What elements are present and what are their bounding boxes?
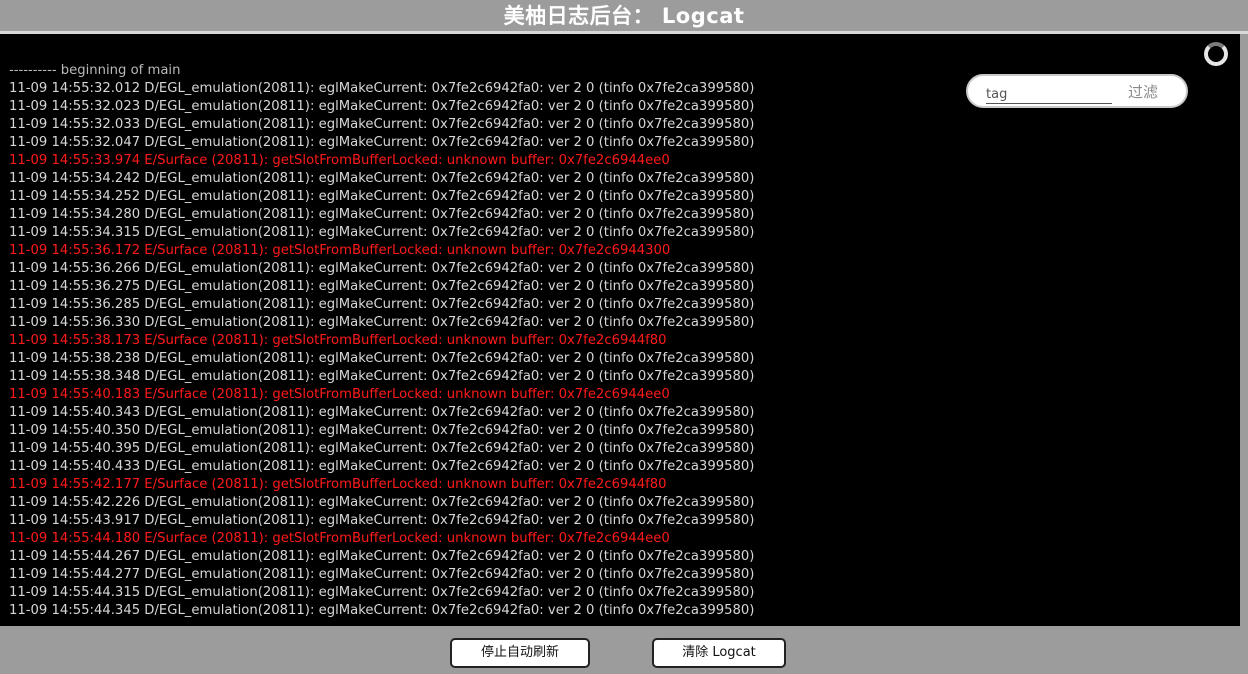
log-line: 11-09 14:55:44.267 D/EGL_emulation(20811… bbox=[9, 549, 755, 564]
logcat-console[interactable]: ---------- beginning of main 11-09 14:55… bbox=[0, 34, 1240, 626]
clear-logcat-button[interactable]: 清除 Logcat bbox=[652, 638, 786, 668]
log-line: 11-09 14:55:34.280 D/EGL_emulation(20811… bbox=[9, 207, 755, 222]
log-line: 11-09 14:55:40.350 D/EGL_emulation(20811… bbox=[9, 423, 755, 438]
log-line: 11-09 14:55:40.183 E/Surface (20811): ge… bbox=[9, 387, 670, 402]
log-line: 11-09 14:55:40.395 D/EGL_emulation(20811… bbox=[9, 441, 755, 456]
log-line: 11-09 14:55:38.348 D/EGL_emulation(20811… bbox=[9, 369, 755, 384]
log-line: 11-09 14:55:36.266 D/EGL_emulation(20811… bbox=[9, 261, 755, 276]
log-line: 11-09 14:55:40.433 D/EGL_emulation(20811… bbox=[9, 459, 755, 474]
loading-spinner-icon bbox=[1204, 42, 1228, 66]
log-line: 11-09 14:55:42.226 D/EGL_emulation(20811… bbox=[9, 495, 755, 510]
tag-input[interactable] bbox=[986, 85, 1112, 104]
log-line: 11-09 14:55:44.277 D/EGL_emulation(20811… bbox=[9, 567, 755, 582]
log-line: 11-09 14:55:32.033 D/EGL_emulation(20811… bbox=[9, 117, 755, 132]
log-line: 11-09 14:55:36.172 E/Surface (20811): ge… bbox=[9, 243, 671, 258]
log-line: 11-09 14:55:43.917 D/EGL_emulation(20811… bbox=[9, 513, 755, 528]
log-list: ---------- beginning of main 11-09 14:55… bbox=[9, 62, 754, 620]
header-bar: 美柚日志后台： Logcat bbox=[0, 0, 1248, 32]
page-title: 美柚日志后台： Logcat bbox=[503, 4, 745, 28]
log-line: 11-09 14:55:36.285 D/EGL_emulation(20811… bbox=[9, 297, 755, 312]
log-line: 11-09 14:55:34.252 D/EGL_emulation(20811… bbox=[9, 189, 755, 204]
log-line: 11-09 14:55:40.343 D/EGL_emulation(20811… bbox=[9, 405, 755, 420]
log-line: 11-09 14:55:44.180 E/Surface (20811): ge… bbox=[9, 531, 670, 546]
filter-button[interactable]: 过滤 bbox=[1128, 82, 1158, 102]
bottom-toolbar: 停止自动刷新 清除 Logcat bbox=[0, 626, 1248, 674]
stop-auto-refresh-button[interactable]: 停止自动刷新 bbox=[450, 638, 590, 668]
log-line: ---------- beginning of main bbox=[9, 63, 181, 78]
console-edge bbox=[1240, 34, 1248, 626]
log-line: 11-09 14:55:34.242 D/EGL_emulation(20811… bbox=[9, 171, 755, 186]
log-line: 11-09 14:55:44.315 D/EGL_emulation(20811… bbox=[9, 585, 755, 600]
log-line: 11-09 14:55:36.330 D/EGL_emulation(20811… bbox=[9, 315, 755, 330]
log-line: 11-09 14:55:34.315 D/EGL_emulation(20811… bbox=[9, 225, 755, 240]
log-line: 11-09 14:55:36.275 D/EGL_emulation(20811… bbox=[9, 279, 755, 294]
log-line: 11-09 14:55:32.047 D/EGL_emulation(20811… bbox=[9, 135, 755, 150]
log-line: 11-09 14:55:32.012 D/EGL_emulation(20811… bbox=[9, 81, 755, 96]
log-line: 11-09 14:55:33.974 E/Surface (20811): ge… bbox=[9, 153, 670, 168]
log-line: 11-09 14:55:42.177 E/Surface (20811): ge… bbox=[9, 477, 667, 492]
log-line: 11-09 14:55:44.345 D/EGL_emulation(20811… bbox=[9, 603, 755, 618]
log-line: 11-09 14:55:38.238 D/EGL_emulation(20811… bbox=[9, 351, 755, 366]
tag-filter-box: 过滤 bbox=[966, 74, 1188, 108]
log-line: 11-09 14:55:32.023 D/EGL_emulation(20811… bbox=[9, 99, 755, 114]
log-line: 11-09 14:55:38.173 E/Surface (20811): ge… bbox=[9, 333, 667, 348]
